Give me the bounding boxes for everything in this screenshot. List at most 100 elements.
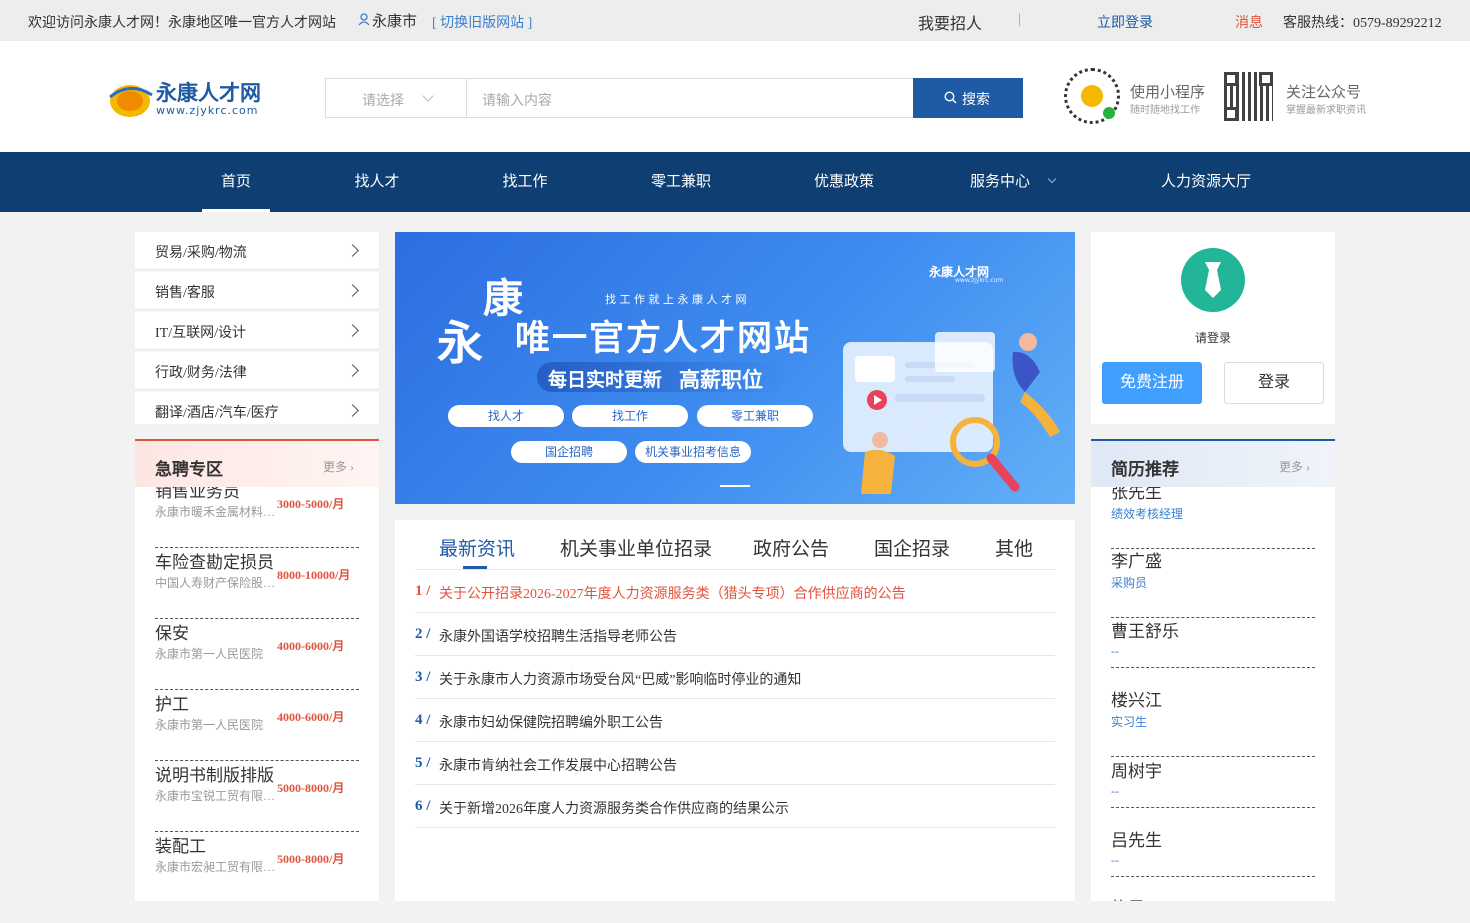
banner-carousel[interactable]: 永康人才网 www.zjykrc.com 找 工 作 就 上 永 康 人 才 网…: [395, 232, 1075, 504]
resume-item[interactable]: 周树宇 --: [1111, 757, 1315, 808]
chevron-right-icon: [346, 244, 359, 257]
login-button-label: 登录: [1257, 374, 1290, 391]
news-item[interactable]: 2 / 永康外国语学校招聘生活指导老师公告: [415, 613, 1055, 656]
chevron-down-icon: [1047, 174, 1057, 184]
tab-latest[interactable]: 最新资讯: [439, 534, 515, 561]
nav-part-time[interactable]: 零工兼职: [640, 152, 722, 212]
banner-logo-url: www.zjykrc.com: [955, 277, 1004, 284]
nav-service-center[interactable]: 服务中心: [970, 152, 1070, 212]
switch-old-site-link[interactable]: [ 切换旧版网站 ]: [432, 12, 532, 32]
category-item-translate[interactable]: 翻译/酒店/汽车/医疗: [135, 392, 379, 424]
job-item[interactable]: 保安 永康市第一人民医院 4000-6000/月: [155, 619, 359, 690]
news-title: 关于公开招录2026-2027年度人力资源服务类（猎头专项）合作供应商的公告: [439, 587, 906, 602]
urgent-header: 急聘专区 更多 ›: [135, 439, 379, 487]
category-label: 销售/客服: [155, 286, 215, 301]
nav-find-job-label: 找工作: [502, 174, 548, 190]
news-title: 永康市肯纳社会工作发展中心招聘公告: [439, 759, 677, 774]
chevron-right-icon: [346, 404, 359, 417]
resume-item[interactable]: 张先生 绩效考核经理: [1111, 478, 1315, 549]
mini-program-qr-icon: [1064, 68, 1120, 124]
official-account-sub: 掌握最新求职资讯: [1286, 105, 1366, 116]
job-item[interactable]: 说明书制版排版 永康市宝锐工贸有限公司 5000-8000/月: [155, 761, 359, 832]
nav-policy[interactable]: 优惠政策: [802, 152, 886, 212]
resume-name: 施思: [1111, 894, 1145, 901]
job-title: 护工: [155, 695, 189, 714]
tab-other[interactable]: 其他: [995, 534, 1033, 561]
job-item[interactable]: 护工 永康市第一人民医院 4000-6000/月: [155, 690, 359, 761]
resume-item[interactable]: 曹王舒乐 --: [1111, 617, 1315, 668]
chevron-right-icon: [346, 324, 359, 337]
location-icon: [358, 12, 370, 31]
news-item[interactable]: 6 / 关于新增2026年度人力资源服务类合作供应商的结果公示: [415, 785, 1055, 828]
logo-globe-icon: [109, 85, 153, 117]
nav-hr-hall[interactable]: 人力资源大厅: [1150, 152, 1262, 212]
nav-find-talent-label: 找人才: [354, 174, 400, 190]
resume-name: 吕先生: [1111, 831, 1162, 850]
nav-find-job[interactable]: 找工作: [490, 152, 560, 212]
chevron-right-icon: [346, 364, 359, 377]
news-item[interactable]: 1 / 关于公开招录2026-2027年度人力资源服务类（猎头专项）合作供应商的公…: [415, 570, 1055, 613]
carousel-indicator[interactable]: [720, 485, 750, 487]
news-item[interactable]: 3 / 关于永康市人力资源市场受台风“巴威”影响临时停业的通知: [415, 656, 1055, 699]
job-salary: 5000-8000/月: [277, 781, 345, 795]
tab-government-units[interactable]: 机关事业单位招录: [560, 534, 712, 561]
banner-pill-soe[interactable]: 国企招聘: [511, 441, 627, 463]
site-logo[interactable]: 永康人才网 www.zjykrc.com: [106, 77, 271, 121]
category-label: IT/互联网/设计: [155, 326, 246, 341]
news-number: 5 /: [415, 755, 431, 771]
banner-pill-job[interactable]: 找工作: [572, 405, 688, 427]
resume-item[interactable]: 施思--: [1111, 894, 1315, 901]
recruit-link[interactable]: 我要招人: [918, 10, 982, 34]
job-salary: 8000-10000/月: [277, 568, 351, 582]
message-link[interactable]: 消息: [1235, 12, 1263, 32]
resume-list: 张先生 绩效考核经理 李广盛 采购员 曹王舒乐 -- 楼兴江 实习生 周树宇 -- 吕先生…: [1091, 439, 1335, 901]
select-placeholder: 请选择: [362, 94, 404, 109]
tab-gov-notice[interactable]: 政府公告: [753, 534, 829, 561]
job-company: 中国人寿财产保险股份有限公司: [155, 576, 280, 590]
news-item[interactable]: 4 / 永康市妇幼保健院招聘编外职工公告: [415, 699, 1055, 742]
category-item-it[interactable]: IT/互联网/设计: [135, 312, 379, 350]
register-button-label: 免费注册: [1119, 374, 1184, 391]
search-input[interactable]: 请输入内容: [466, 78, 914, 118]
nav-home[interactable]: 首页: [202, 152, 270, 212]
urgent-title: 急聘专区: [155, 460, 223, 479]
banner-big-char-1: 永: [437, 316, 483, 370]
resume-position: --: [1111, 853, 1119, 867]
nav-part-time-label: 零工兼职: [650, 174, 711, 190]
resume-more-link[interactable]: 更多 ›: [1279, 458, 1310, 475]
job-item[interactable]: 装配工 永康市宏昶工贸有限公司 5000-8000/月: [155, 832, 359, 901]
resume-name: 周树宇: [1111, 762, 1162, 781]
job-title: 车险查勘定损员: [155, 553, 274, 572]
category-item-sales[interactable]: 销售/客服: [135, 272, 379, 310]
banner-pill-parttime[interactable]: 零工兼职: [697, 405, 813, 427]
city-label[interactable]: 永康市: [372, 10, 417, 31]
news-number: 4 /: [415, 712, 431, 728]
banner-illustration-icon: [843, 332, 1060, 494]
resume-item[interactable]: 吕先生 --: [1111, 826, 1315, 877]
login-button[interactable]: 登录: [1224, 362, 1324, 404]
banner-pill-civil[interactable]: 机关事业招考信息: [635, 441, 751, 463]
news-item[interactable]: 5 / 永康市肯纳社会工作发展中心招聘公告: [415, 742, 1055, 785]
category-item-trade[interactable]: 贸易/采购/物流: [135, 232, 379, 270]
urgent-more-link[interactable]: 更多 ›: [323, 458, 354, 475]
banner-pill-talent[interactable]: 找人才: [448, 405, 564, 427]
news-title: 永康外国语学校招聘生活指导老师公告: [439, 630, 677, 645]
search-button-label: 搜索: [962, 93, 990, 108]
search-button[interactable]: 搜索: [913, 78, 1023, 118]
banner-pill-label: 机关事业招考信息: [644, 445, 741, 459]
job-salary: 4000-6000/月: [277, 639, 345, 653]
login-link[interactable]: 立即登录: [1097, 12, 1153, 32]
resume-item[interactable]: 楼兴江 实习生: [1111, 686, 1315, 757]
urgent-job-list: 销售业务员永康市暖禾金属材料有限公司3000-5000/月 车险查勘定损员中国人…: [135, 439, 379, 901]
register-button[interactable]: 免费注册: [1102, 362, 1202, 404]
category-select[interactable]: 请选择: [325, 78, 467, 118]
job-item[interactable]: 销售业务员永康市暖禾金属材料有限公司3000-5000/月: [155, 477, 359, 548]
category-item-admin[interactable]: 行政/财务/法律: [135, 352, 379, 390]
tab-soe[interactable]: 国企招录: [874, 534, 950, 561]
resume-item[interactable]: 李广盛 采购员: [1111, 547, 1315, 618]
job-item[interactable]: 车险查勘定损员中国人寿财产保险股份有限公司8000-10000/月: [155, 548, 359, 619]
banner-sub-left: 每日实时更新: [548, 369, 663, 391]
nav-find-talent[interactable]: 找人才: [342, 152, 412, 212]
banner-headline: 唯一官方人才网站: [515, 319, 812, 359]
nav-home-label: 首页: [220, 174, 251, 190]
